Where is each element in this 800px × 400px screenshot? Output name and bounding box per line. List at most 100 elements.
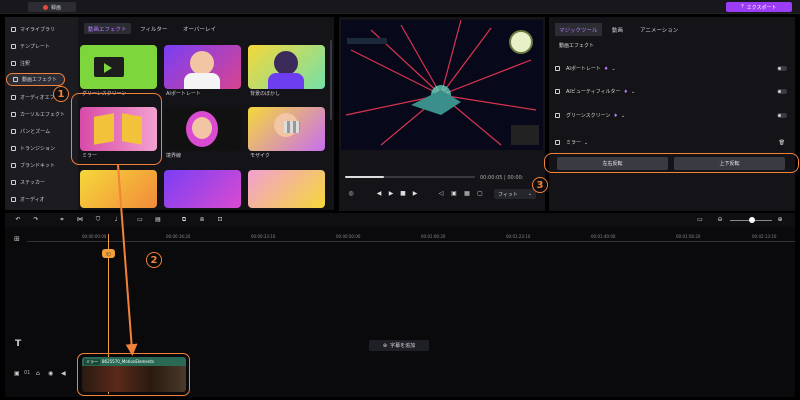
- callout-3: 3: [532, 177, 548, 193]
- forward-icon[interactable]: ▶: [412, 191, 418, 197]
- sidebar-item-video-effects[interactable]: 動画エフェクト: [6, 73, 65, 86]
- caption-icon[interactable]: ▤: [155, 217, 161, 223]
- mute-icon[interactable]: ◀: [61, 370, 66, 377]
- copy-icon[interactable]: ⧉: [181, 217, 187, 223]
- mirror-icon: [555, 140, 560, 145]
- sidebar-item-stickers[interactable]: ステッカー: [5, 176, 78, 189]
- effect-thumb-green-screen[interactable]: [80, 45, 157, 89]
- effect-thumb-blur-background[interactable]: [248, 45, 325, 89]
- sidebar-item-label: カーソルエフェクト: [20, 112, 66, 118]
- flip-vertical-button[interactable]: 上下反転: [674, 157, 785, 170]
- tab-animation[interactable]: アニメーション: [636, 23, 682, 36]
- preview-progress-track[interactable]: [345, 176, 475, 178]
- record-label: 録画: [50, 4, 61, 11]
- add-subtitle-button[interactable]: ⊕ 字幕を追加: [369, 340, 429, 351]
- effect-thumb-ai-portrait[interactable]: [164, 45, 241, 89]
- tab-video-effects[interactable]: 動画エフェクト: [84, 23, 131, 34]
- sidebar-item-brand-kit[interactable]: ブランドキット: [5, 159, 78, 172]
- chevron-down-icon[interactable]: ⌄: [631, 89, 635, 95]
- sidebar-item-label: マイライブラリ: [20, 27, 56, 33]
- fit-timeline-icon[interactable]: ▭: [697, 217, 703, 223]
- effect-thumb-mosaic[interactable]: [248, 107, 325, 151]
- tab-filters[interactable]: フィルター: [136, 23, 171, 34]
- microphone-icon[interactable]: ♩: [113, 217, 119, 223]
- row-label: ミラー: [566, 140, 582, 146]
- rewind-icon[interactable]: ◀: [376, 191, 382, 197]
- grid-icon[interactable]: ▦: [464, 191, 470, 197]
- premium-icon: ♦: [613, 112, 618, 119]
- premium-icon: ♦: [623, 88, 628, 95]
- sidebar-item-label: ブランドキット: [20, 163, 56, 169]
- section-title: 動画エフェクト: [559, 43, 595, 49]
- split-icon[interactable]: ⋈: [77, 217, 83, 223]
- annotation-icon: [11, 61, 16, 66]
- green-screen-icon: [555, 113, 560, 118]
- export-icon: ⤒: [741, 4, 744, 10]
- video-track-icon: ▣: [14, 370, 20, 377]
- effect-thumb-more-2[interactable]: [164, 170, 241, 208]
- screenshot-icon[interactable]: ▣: [451, 191, 457, 197]
- tick-label: 00:00:00:00: [82, 234, 107, 239]
- trash-icon[interactable]: 🗑: [779, 140, 785, 146]
- camera-icon[interactable]: ◎: [348, 191, 354, 197]
- effect-thumb-more-3[interactable]: [248, 170, 325, 208]
- green-screen-toggle[interactable]: [777, 113, 787, 118]
- effect-thumb-more-1[interactable]: [80, 170, 157, 208]
- chevron-down-icon: ⌄: [527, 191, 532, 197]
- sidebar-item-label: オーディオ: [20, 197, 45, 203]
- ai-portrait-row: AIポートレート ♦ ⌄: [555, 62, 787, 75]
- video-preview: [341, 20, 543, 150]
- plus-icon: ⊕: [382, 342, 388, 349]
- flip-horizontal-button[interactable]: 左右反転: [557, 157, 668, 170]
- fullscreen-icon[interactable]: ▢: [477, 191, 483, 197]
- stop-icon[interactable]: ■: [400, 191, 406, 197]
- sidebar-item-transitions[interactable]: トランジション: [5, 142, 78, 155]
- chevron-down-icon[interactable]: ⌄: [584, 140, 588, 146]
- mirror-thumb-highlight: [71, 93, 162, 165]
- playhead-handle[interactable]: ▯▯: [102, 249, 115, 258]
- sidebar-item-my-library[interactable]: マイライブラリ: [5, 23, 78, 36]
- export-frame-icon[interactable]: ⊡: [217, 217, 223, 223]
- record-button[interactable]: 録画: [28, 2, 76, 12]
- preview-time: 00:00:05 | 00:00:: [480, 175, 524, 181]
- sidebar-item-pan-zoom[interactable]: パンとズーム: [5, 125, 78, 138]
- zoom-in-icon[interactable]: ⊕: [777, 217, 783, 223]
- sidebar-item-templates[interactable]: テンプレート: [5, 40, 78, 53]
- play-icon[interactable]: ▶: [388, 191, 394, 197]
- lock-icon[interactable]: ⌂: [36, 370, 40, 377]
- audio-icon: [11, 197, 16, 202]
- sidebar-item-cursor-effects[interactable]: カーソルエフェクト: [5, 108, 78, 121]
- tab-magic-tools[interactable]: マジックツール: [555, 23, 602, 36]
- green-screen-row: グリーンスクリーン ♦ ⌄: [555, 109, 787, 122]
- tab-overlays[interactable]: オーバーレイ: [179, 23, 220, 34]
- crop-icon[interactable]: ⌗: [59, 217, 65, 223]
- video-clip[interactable]: ミラー 8625570_MotionElements: [82, 357, 186, 392]
- chevron-down-icon[interactable]: ⌄: [611, 66, 615, 72]
- comment-icon[interactable]: ▭: [137, 217, 143, 223]
- tab-video[interactable]: 動画: [608, 23, 627, 36]
- ai-portrait-toggle[interactable]: [777, 66, 787, 71]
- zoom-out-icon[interactable]: ⊖: [717, 217, 723, 223]
- export-label: エクスポート: [746, 4, 777, 11]
- visibility-icon[interactable]: ◉: [48, 370, 53, 377]
- redo-icon[interactable]: ↷: [33, 217, 39, 223]
- cursor-icon: [11, 112, 16, 117]
- sidebar: マイライブラリ テンプレート 注釈 動画エフェクト オーディオエフ カーソルエフ…: [5, 17, 78, 210]
- undo-icon[interactable]: ↶: [15, 217, 21, 223]
- chevron-down-icon[interactable]: ⌄: [621, 113, 625, 119]
- group-icon[interactable]: ⧈: [199, 217, 205, 223]
- shield-icon[interactable]: ⛉: [95, 217, 101, 223]
- sidebar-item-annotations[interactable]: 注釈: [5, 57, 78, 70]
- audio-effects-icon: [11, 95, 16, 100]
- ai-beauty-icon: [555, 89, 560, 94]
- add-track-icon[interactable]: ⊞: [14, 235, 20, 243]
- fit-select[interactable]: フィット ⌄: [494, 189, 536, 199]
- export-button[interactable]: ⤒ エクスポート: [726, 2, 792, 12]
- volume-icon[interactable]: ◁: [438, 191, 444, 197]
- ai-beauty-toggle[interactable]: [777, 89, 787, 94]
- zoom-slider-thumb[interactable]: [749, 217, 755, 223]
- sidebar-item-audio[interactable]: オーディオ: [5, 193, 78, 206]
- effects-scrollbar[interactable]: [330, 40, 332, 120]
- text-track-icon[interactable]: T: [15, 339, 21, 349]
- effect-thumb-border[interactable]: [164, 107, 241, 151]
